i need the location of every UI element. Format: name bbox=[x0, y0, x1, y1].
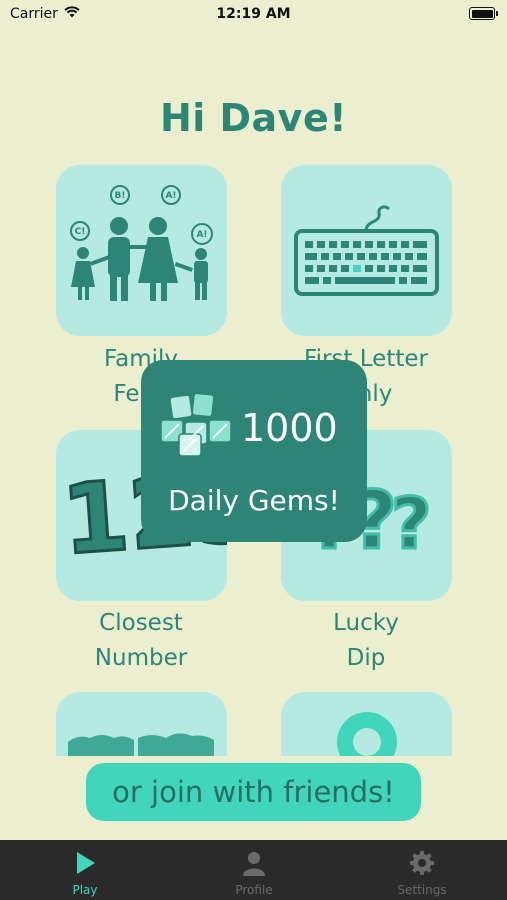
bubble-text: C! bbox=[75, 227, 86, 237]
world-map-icon bbox=[68, 733, 214, 756]
daily-gems-label: Daily Gems! bbox=[168, 484, 340, 517]
tab-play[interactable]: Play bbox=[25, 840, 145, 900]
bubble-text: A! bbox=[165, 191, 176, 201]
gems-icon bbox=[160, 392, 232, 457]
keyboard-icon bbox=[294, 205, 439, 296]
game-card-first-letter-only[interactable] bbox=[281, 165, 452, 336]
bubble-text: A! bbox=[196, 230, 207, 240]
person-icon bbox=[243, 852, 265, 876]
play-icon bbox=[77, 852, 95, 874]
battery-icon bbox=[469, 7, 498, 20]
tab-profile[interactable]: Profile bbox=[194, 840, 314, 900]
game-label-closest-number: Closest Number bbox=[94, 610, 188, 671]
game-card-world-map[interactable] bbox=[56, 692, 227, 756]
family-icon: C! B! A! A! bbox=[70, 185, 213, 301]
gear-icon bbox=[410, 851, 434, 875]
gems-count: 1000 bbox=[241, 406, 338, 450]
status-bar: Carrier 12:19 AM bbox=[0, 0, 507, 28]
daily-gems-popup[interactable]: 1000 Daily Gems! bbox=[141, 360, 367, 542]
tab-label-settings: Settings bbox=[397, 883, 447, 897]
tab-bar: Play Profile Settings bbox=[0, 840, 507, 900]
clock: 12:19 AM bbox=[216, 6, 291, 22]
tab-label-play: Play bbox=[72, 883, 98, 897]
game-label-lucky-dip: Lucky Dip bbox=[333, 610, 399, 671]
join-with-friends-button[interactable]: or join with friends! bbox=[86, 763, 421, 821]
game-card-family-feud[interactable]: C! B! A! A! bbox=[56, 165, 227, 336]
tab-label-profile: Profile bbox=[235, 883, 273, 897]
map-pin-icon bbox=[337, 712, 397, 756]
bubble-text: B! bbox=[115, 191, 126, 201]
tab-settings[interactable]: Settings bbox=[362, 840, 482, 900]
page-title: Hi Dave! bbox=[159, 96, 348, 140]
game-card-map-pin[interactable] bbox=[281, 692, 452, 756]
svg-text:?: ? bbox=[391, 483, 432, 565]
